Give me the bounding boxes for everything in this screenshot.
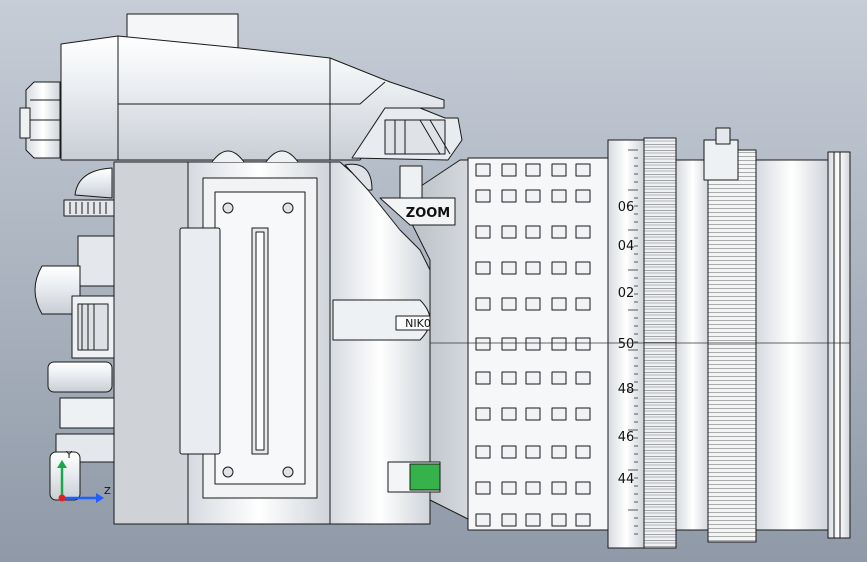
grip-cell bbox=[475, 481, 491, 495]
focus-ring[interactable] bbox=[707, 149, 757, 543]
grip-cell bbox=[501, 297, 517, 311]
grip-cell bbox=[575, 163, 591, 177]
grip-cell bbox=[551, 163, 567, 177]
scale-label-44: 44 bbox=[618, 472, 635, 487]
grip-cell bbox=[501, 225, 517, 239]
grip-cell bbox=[475, 371, 491, 385]
grip-cell bbox=[525, 225, 541, 239]
grip-cell bbox=[525, 261, 541, 275]
grip-cell bbox=[575, 407, 591, 421]
grip-cell bbox=[501, 337, 517, 351]
grip-cell bbox=[525, 513, 541, 527]
grip-cell bbox=[501, 261, 517, 275]
grip-cell bbox=[501, 481, 517, 495]
grip-cell bbox=[551, 513, 567, 527]
grip-cell bbox=[501, 407, 517, 421]
grip-cell bbox=[525, 337, 541, 351]
grip-cell bbox=[475, 261, 491, 275]
grip-cell bbox=[475, 445, 491, 459]
scale-label-04: 04 bbox=[618, 239, 635, 254]
grip-cell bbox=[501, 163, 517, 177]
grip-cell bbox=[551, 481, 567, 495]
lens-lock-tab[interactable] bbox=[703, 139, 739, 181]
zoom-label: ZOOM bbox=[406, 206, 450, 221]
grip-cell bbox=[551, 189, 567, 203]
grip-cell bbox=[475, 337, 491, 351]
brand-label: NIK0 bbox=[405, 317, 431, 330]
grip-cell bbox=[551, 225, 567, 239]
scale-label-48: 48 bbox=[618, 382, 635, 397]
grip-cell bbox=[475, 407, 491, 421]
grip-cell bbox=[575, 189, 591, 203]
grip-cell bbox=[501, 189, 517, 203]
grip-cell bbox=[575, 445, 591, 459]
grip-cell bbox=[525, 297, 541, 311]
front-element bbox=[827, 151, 851, 539]
grip-cell bbox=[501, 445, 517, 459]
grip-cell bbox=[501, 513, 517, 527]
grip-cell bbox=[551, 297, 567, 311]
grip-cell bbox=[525, 371, 541, 385]
grip-cell bbox=[525, 481, 541, 495]
grip-cell bbox=[525, 189, 541, 203]
grip-cell bbox=[551, 261, 567, 275]
grip-cell bbox=[525, 445, 541, 459]
grip-cell bbox=[501, 371, 517, 385]
grip-cell bbox=[475, 189, 491, 203]
screw bbox=[222, 202, 234, 214]
scale-label-50: 50 bbox=[618, 337, 635, 352]
lower-port bbox=[59, 397, 115, 429]
screw bbox=[282, 466, 294, 478]
cad-viewport[interactable]: NIK0 ZOOM 06 04 02 50 48 46 44 Z Y bbox=[0, 0, 867, 562]
scale-label-46: 46 bbox=[618, 430, 635, 445]
grip-cell bbox=[475, 297, 491, 311]
front-barrel bbox=[755, 159, 829, 531]
grip-cell bbox=[475, 225, 491, 239]
grip-cell bbox=[575, 513, 591, 527]
grip-cell bbox=[551, 371, 567, 385]
scale-label-06: 06 bbox=[618, 200, 635, 215]
grip-cell bbox=[575, 261, 591, 275]
grip-cell bbox=[575, 481, 591, 495]
grip-cell bbox=[551, 407, 567, 421]
scale-label-02: 02 bbox=[618, 286, 635, 301]
grip-cell bbox=[525, 163, 541, 177]
screw bbox=[222, 466, 234, 478]
triad-y-label: Y bbox=[65, 450, 73, 461]
port-cover bbox=[77, 235, 115, 287]
triad-x-label: Z bbox=[104, 486, 111, 497]
side-door[interactable] bbox=[179, 227, 221, 455]
grip-cell bbox=[551, 445, 567, 459]
lens-lock-pin bbox=[715, 127, 731, 145]
lens-barrel bbox=[675, 159, 711, 531]
mount-tab bbox=[399, 165, 423, 203]
grip-cell bbox=[475, 513, 491, 527]
viewfinder-frame bbox=[384, 119, 446, 155]
grip-cell bbox=[575, 371, 591, 385]
grip-cell bbox=[551, 337, 567, 351]
grip-cell bbox=[575, 297, 591, 311]
grip-cell bbox=[475, 163, 491, 177]
lower-button[interactable] bbox=[47, 361, 113, 393]
body-left-grip bbox=[113, 161, 191, 525]
eyepiece-cup bbox=[19, 107, 31, 139]
af-switch[interactable] bbox=[409, 463, 441, 491]
grip-cell bbox=[525, 407, 541, 421]
grip-cell bbox=[575, 225, 591, 239]
card-slot-inner bbox=[255, 231, 265, 451]
triad-origin bbox=[58, 494, 66, 502]
grip-cell bbox=[575, 337, 591, 351]
screw bbox=[282, 202, 294, 214]
bottom-button[interactable] bbox=[49, 451, 81, 501]
